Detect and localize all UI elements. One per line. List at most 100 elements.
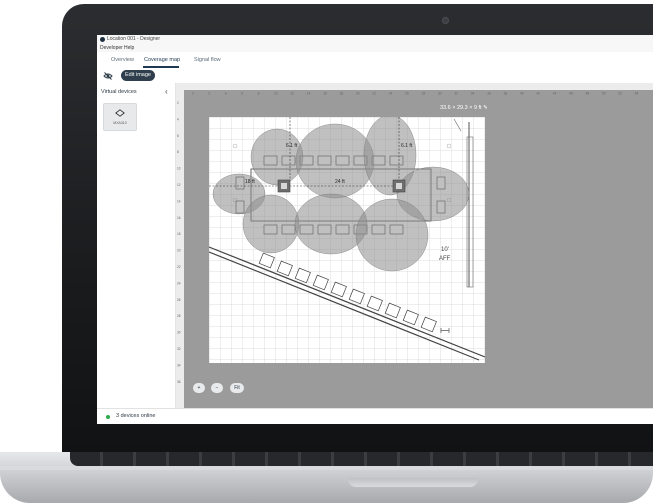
ruler-tick-label: 36 xyxy=(487,92,491,96)
ruler-horizontal-ticks: 0 2 4 6 8 10 12 14 16 18 20 22 24 26 28 30 32 34 36 38 40 42 4… xyxy=(192,92,639,96)
ruler-tick-label: 28 xyxy=(422,92,426,96)
laptop-keyboard-edge xyxy=(70,452,653,466)
ruler-tick-label: 18 xyxy=(177,232,181,236)
ruler-tick-label: 16 xyxy=(177,216,181,220)
laptop-lid-notch xyxy=(348,478,478,487)
edit-image-button[interactable]: Edit image xyxy=(121,70,155,81)
webcam xyxy=(442,17,449,24)
devices-online-text: 3 devices online xyxy=(116,413,156,419)
ruler-tick-label: 30 xyxy=(177,331,181,335)
measurement-label: 24 ft xyxy=(335,179,345,185)
ruler-tick-label: 30 xyxy=(438,92,442,96)
ruler-tick-label: 26 xyxy=(405,92,409,96)
title-bar: Location 001 - Designer xyxy=(97,35,653,44)
zoom-out-button[interactable]: − xyxy=(211,383,223,393)
ruler-tick-label: 26 xyxy=(177,298,181,302)
ruler-tick-label: 16 xyxy=(323,92,327,96)
ruler-tick-label: 24 xyxy=(389,92,393,96)
ruler-tick-label: 20 xyxy=(177,249,181,253)
dimension-marker xyxy=(440,328,450,333)
ruler-tick-label: 50 xyxy=(602,92,606,96)
toolbar xyxy=(97,68,653,83)
floor-plan[interactable]: 6.1 ft 18 ft 24 ft 6.1 ft 10' AFF xyxy=(209,117,485,363)
mic-device[interactable] xyxy=(392,179,406,193)
ruler-tick-label: 4 xyxy=(225,92,227,96)
ruler-tick-label: 22 xyxy=(372,92,376,96)
coverage-lobe xyxy=(294,193,368,255)
ruler-vertical: 2 4 6 8 10 12 14 16 18 20 22 24 26 28 30 32 34 36 xyxy=(176,90,184,408)
ruler-tick-label: 54 xyxy=(635,92,639,96)
measurement-label: 6.1 ft xyxy=(401,143,413,149)
diagonal-wall xyxy=(209,251,480,361)
room-dimensions-label[interactable]: 33.6 × 29.3 × 9 ft ✎ xyxy=(440,105,488,111)
online-status-icon xyxy=(106,415,110,419)
ruler-tick-label: 4 xyxy=(177,117,179,121)
coverage-lobe xyxy=(250,128,304,186)
ruler-tick-label: 18 xyxy=(340,92,344,96)
wall-panel xyxy=(466,136,474,288)
ruler-tick-label: 52 xyxy=(618,92,622,96)
menu-developer[interactable]: Developer xyxy=(100,45,123,51)
ruler-tick-label: 32 xyxy=(454,92,458,96)
pencil-icon[interactable]: ✎ xyxy=(483,105,488,111)
ruler-tick-label: 10 xyxy=(274,92,278,96)
floor-plan-drawing: 6.1 ft 18 ft 24 ft 6.1 ft 10' AFF xyxy=(209,117,485,361)
zoom-in-icon: + xyxy=(197,385,201,391)
zoom-out-icon: − xyxy=(215,385,219,391)
ruler-tick-label: 8 xyxy=(258,92,260,96)
virtual-device-tile[interactable]: MXA310 xyxy=(103,103,137,131)
ruler-tick-label: 32 xyxy=(177,347,181,351)
fit-button[interactable]: Fit xyxy=(230,383,244,393)
ruler-tick-label: 0 xyxy=(192,92,194,96)
coverage-lobe xyxy=(242,194,300,254)
ruler-tick-label: 38 xyxy=(504,92,508,96)
window-title: Location 001 - Designer xyxy=(107,36,161,42)
ceiling-fixture xyxy=(446,143,452,149)
mic-device[interactable] xyxy=(277,179,291,193)
ruler-tick-label: 42 xyxy=(536,92,540,96)
coverage-lobe xyxy=(295,123,375,199)
door-swing xyxy=(453,118,462,132)
collapse-panel-button[interactable]: ‹ xyxy=(165,87,168,96)
ruler-tick-label: 44 xyxy=(553,92,557,96)
tab-signal-flow[interactable]: Signal flow xyxy=(194,57,221,63)
ruler-tick-label: 48 xyxy=(586,92,590,96)
ruler-tick-label: 22 xyxy=(177,265,181,269)
tab-coverage-map[interactable]: Coverage map xyxy=(144,57,180,63)
measurement-label: 6.1 ft xyxy=(286,143,298,149)
panel-title: Virtual devices xyxy=(101,89,137,95)
tab-overview[interactable]: Overview xyxy=(111,57,134,63)
ruler-tick-label: 34 xyxy=(471,92,475,96)
ruler-tick-label: 14 xyxy=(307,92,311,96)
diagonal-wall xyxy=(209,246,485,358)
ruler-tick-label: 28 xyxy=(177,314,181,318)
ruler-tick-label: 6 xyxy=(241,92,243,96)
ruler-horizontal: 0 2 4 6 8 10 12 14 16 18 20 22 24 26 28 30 32 34 36 38 40 42 4… xyxy=(176,83,653,96)
ceiling-fixture xyxy=(232,143,238,149)
tab-bar: Overview Coverage map Signal flow xyxy=(97,52,653,69)
ruler-tick-label: 36 xyxy=(177,380,181,384)
ceiling-height-unit: AFF xyxy=(439,256,451,262)
ceiling-height-label: 10' xyxy=(441,247,449,253)
coverage-map-canvas[interactable]: 0 2 4 6 8 10 12 14 16 18 20 22 24 26 28 30 32 34 36 38 40 42 4… xyxy=(176,83,653,408)
measurement-label: 18 ft xyxy=(245,179,255,185)
device-label: MXA310 xyxy=(113,121,127,125)
coverage-lobes xyxy=(212,117,470,272)
app-window: Location 001 - Designer Developer Help O… xyxy=(97,35,653,424)
menu-bar: Developer Help xyxy=(97,44,653,52)
status-bar: 3 devices online xyxy=(97,408,653,424)
ruler-tick-label: 46 xyxy=(569,92,573,96)
ruler-tick-label: 6 xyxy=(177,134,179,138)
ceiling-mic-icon xyxy=(115,109,125,117)
ruler-tick-label: 8 xyxy=(177,150,179,154)
ruler-tick-label: 12 xyxy=(177,183,181,187)
ruler-tick-label: 12 xyxy=(290,92,294,96)
menu-help[interactable]: Help xyxy=(124,45,134,51)
virtual-devices-panel: Virtual devices ‹ MXA310 xyxy=(97,83,176,408)
eye-off-icon[interactable] xyxy=(103,71,113,81)
ruler-tick-label: 40 xyxy=(520,92,524,96)
ruler-tick-label: 10 xyxy=(177,167,181,171)
zoom-in-button[interactable]: + xyxy=(193,383,205,393)
ruler-vertical-ticks: 24681012141618202224262830323436 xyxy=(177,101,181,384)
ruler-tick-label: 24 xyxy=(177,281,181,285)
